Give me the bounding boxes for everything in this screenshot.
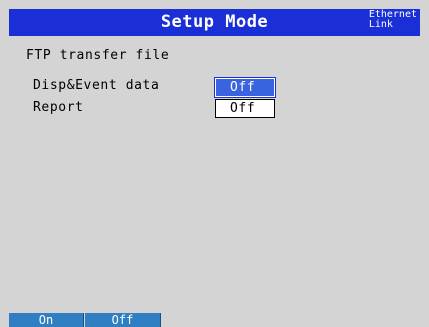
disp-event-data-label: Disp&Event data	[33, 78, 160, 93]
ethernet-link-indicator: Ethernet Link	[369, 10, 417, 30]
softkey-bar: On Off	[9, 313, 420, 327]
on-softkey[interactable]: On	[9, 313, 84, 327]
report-value[interactable]: Off	[215, 99, 275, 118]
off-softkey[interactable]: Off	[85, 313, 161, 327]
title-bar: Setup Mode Ethernet Link	[9, 9, 420, 36]
page-title: Setup Mode	[160, 12, 269, 32]
setup-screen: Setup Mode Ethernet Link FTP transfer fi…	[0, 0, 429, 327]
report-label: Report	[33, 100, 84, 115]
section-title: FTP transfer file	[26, 48, 170, 63]
disp-event-data-value[interactable]: Off	[214, 77, 276, 98]
link-label: Link	[368, 19, 393, 30]
